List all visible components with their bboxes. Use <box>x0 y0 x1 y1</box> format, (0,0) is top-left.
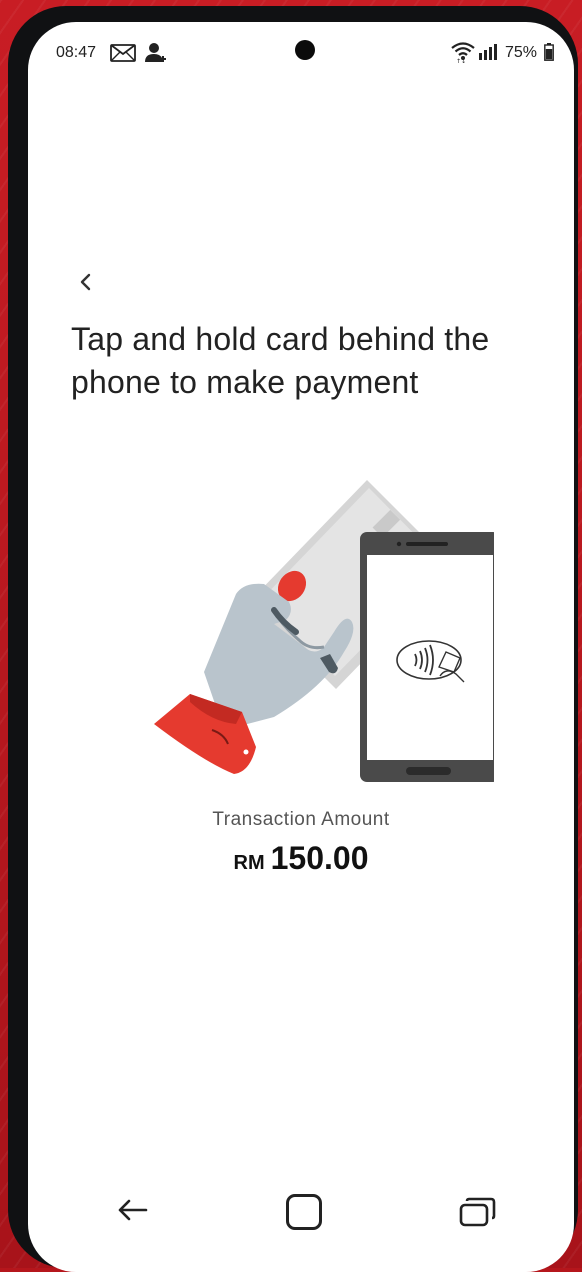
transaction-amount: RM 150.00 <box>28 840 574 877</box>
signal-icon <box>479 44 497 60</box>
mail-icon <box>110 44 136 62</box>
home-icon[interactable] <box>286 1194 322 1230</box>
page-title: Tap and hold card behind the phone to ma… <box>71 321 490 400</box>
recents-icon[interactable] <box>459 1196 497 1228</box>
tap-card-on-phone-illustration <box>154 480 494 782</box>
phone-illustration <box>360 532 494 782</box>
contact-icon <box>145 43 166 62</box>
status-bar: 08:47 ↑↓ 75% <box>28 22 574 82</box>
back-arrow-icon[interactable] <box>116 1198 148 1222</box>
wifi-icon: ↑↓ <box>451 42 475 63</box>
status-time: 08:47 <box>56 44 97 61</box>
front-camera <box>295 40 315 60</box>
currency-label: RM <box>233 852 265 874</box>
system-nav-bar <box>28 1182 574 1252</box>
svg-text:↑↓: ↑↓ <box>456 58 466 63</box>
transaction-amount-label: Transaction Amount <box>212 809 390 830</box>
battery-icon <box>544 43 554 61</box>
amount-value: 150.00 <box>270 840 369 876</box>
back-button[interactable] <box>74 270 98 294</box>
phone-frame: 08:47 ↑↓ 75% Tap and hold card behind th… <box>8 6 578 1272</box>
screen: 08:47 ↑↓ 75% Tap and hold card behind th… <box>28 22 574 1272</box>
battery-percent: 75% <box>505 44 538 61</box>
